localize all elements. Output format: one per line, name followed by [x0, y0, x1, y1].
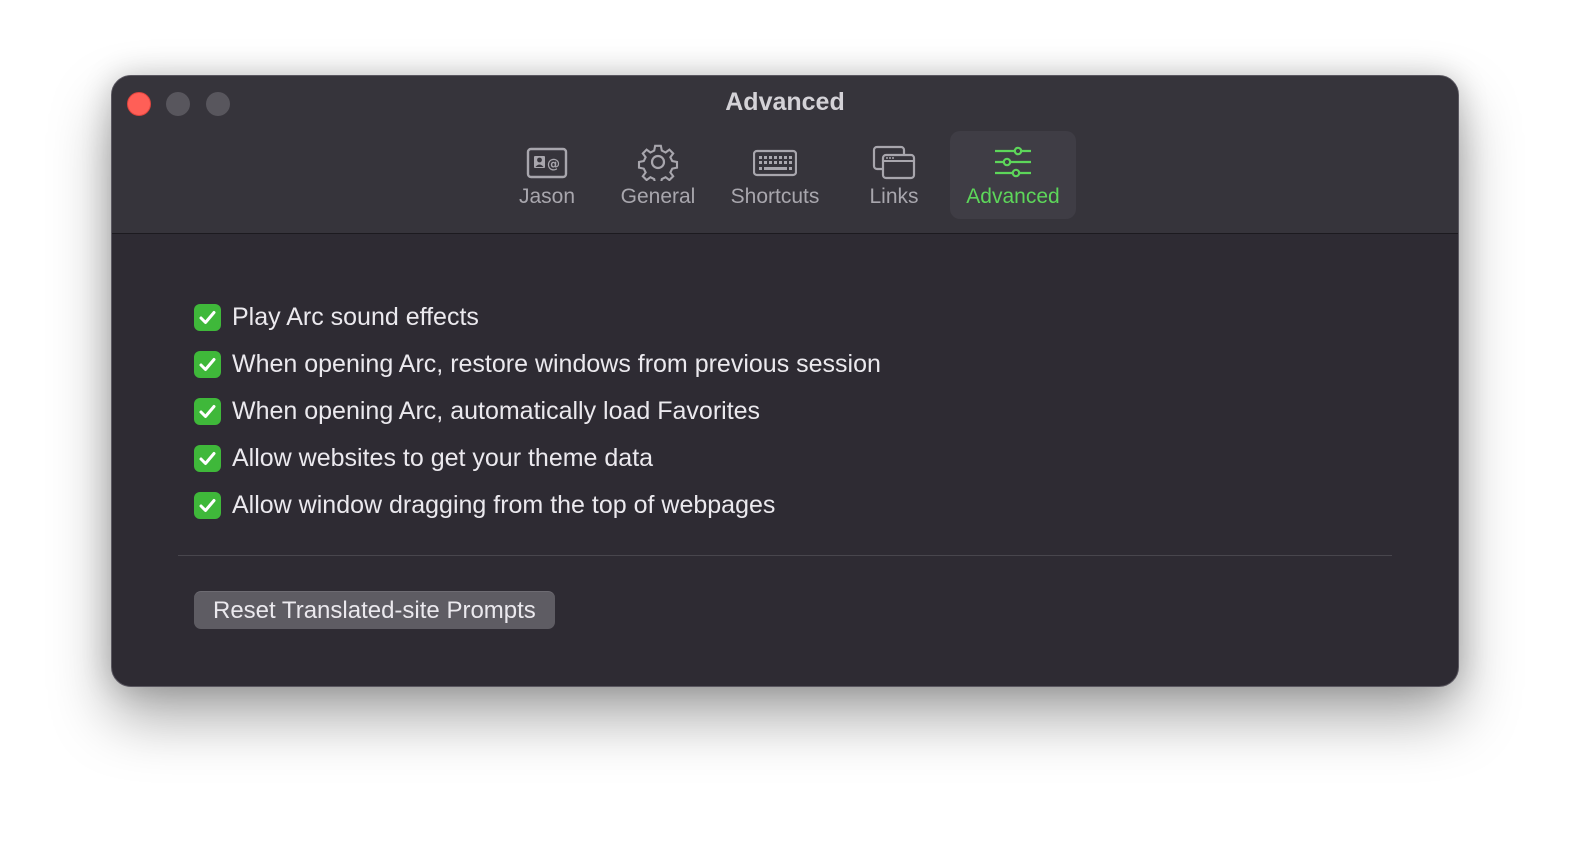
setting-label: Allow websites to get your theme data	[232, 443, 654, 472]
section-divider	[178, 555, 1392, 556]
setting-restore-windows[interactable]: When opening Arc, restore windows from p…	[194, 349, 881, 379]
tab-label: Links	[869, 185, 919, 208]
checkmark-icon	[199, 498, 216, 512]
tab-links[interactable]: Links	[848, 131, 940, 219]
window-title: Advanced	[725, 88, 845, 116]
setting-label: When opening Arc, restore windows from p…	[232, 349, 881, 378]
setting-theme-data[interactable]: Allow websites to get your theme data	[194, 443, 653, 473]
titlebar: Advanced @ Jason General Shortcuts Links…	[112, 76, 1458, 234]
sliders-icon	[995, 146, 1031, 178]
tab-label: Jason	[518, 185, 576, 208]
windows-icon	[872, 145, 916, 180]
checkmark-icon	[199, 404, 216, 418]
checkmark-icon	[199, 310, 216, 324]
tab-advanced[interactable]: Advanced	[950, 131, 1076, 219]
keyboard-icon	[753, 149, 797, 177]
setting-label: When opening Arc, automatically load Fav…	[232, 396, 761, 425]
setting-window-dragging[interactable]: Allow window dragging from the top of we…	[194, 490, 775, 520]
checkmark-icon	[199, 357, 216, 371]
contact-card-icon: @	[526, 147, 568, 179]
checkmark-icon	[199, 451, 216, 465]
setting-load-favorites[interactable]: When opening Arc, automatically load Fav…	[194, 396, 760, 426]
preferences-window: Advanced @ Jason General Shortcuts Links…	[111, 75, 1459, 687]
gear-icon	[637, 144, 679, 181]
advanced-settings-panel: Play Arc sound effects When opening Arc,…	[112, 234, 1458, 686]
checkbox-checked[interactable]	[194, 303, 221, 331]
checkbox-checked[interactable]	[194, 444, 221, 472]
checkbox-checked[interactable]	[194, 491, 221, 519]
checkbox-checked[interactable]	[194, 350, 221, 378]
tab-bar: @ Jason General Shortcuts Links Advanced	[112, 131, 1458, 219]
tab-jason[interactable]: @ Jason	[496, 131, 598, 219]
tab-label: Advanced	[966, 185, 1060, 208]
svg-text:@: @	[547, 157, 560, 172]
tab-label: General	[620, 185, 696, 208]
checkbox-checked[interactable]	[194, 397, 221, 425]
tab-label: Shortcuts	[730, 185, 820, 208]
setting-label: Allow window dragging from the top of we…	[232, 490, 776, 519]
tab-shortcuts[interactable]: Shortcuts	[720, 131, 830, 219]
reset-translated-prompts-button[interactable]: Reset Translated-site Prompts	[194, 591, 555, 629]
setting-play-sound-effects[interactable]: Play Arc sound effects	[194, 302, 479, 332]
tab-general[interactable]: General	[608, 131, 708, 219]
setting-label: Play Arc sound effects	[232, 302, 479, 331]
